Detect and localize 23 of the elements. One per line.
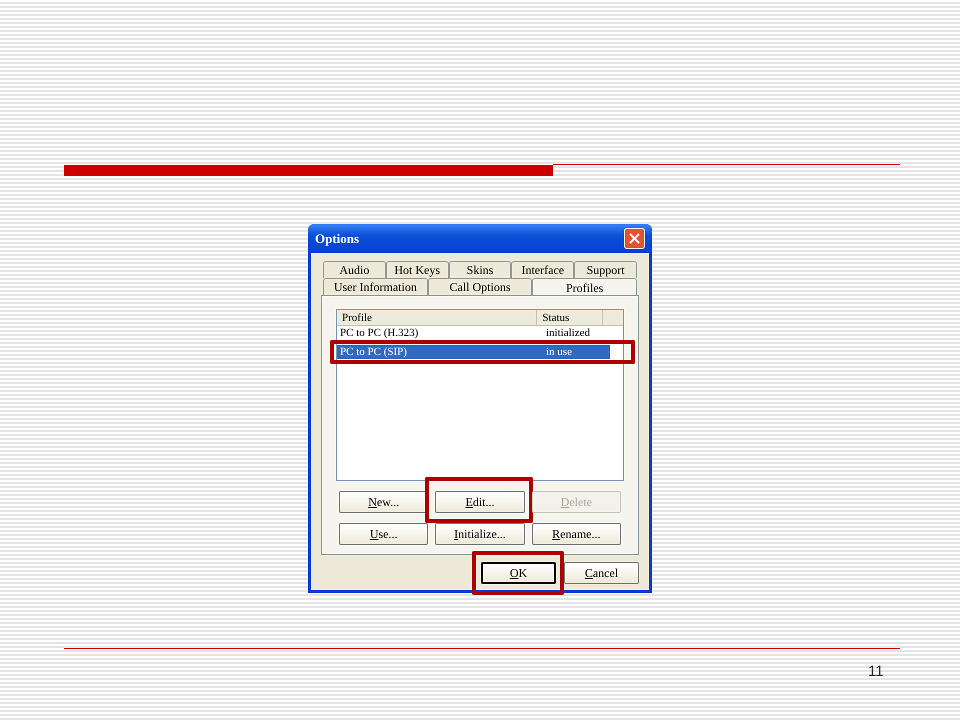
column-header-filler [603, 310, 623, 326]
window-title: Options [315, 230, 360, 248]
list-row[interactable]: PC to PC (H.323) initialized [337, 326, 610, 340]
tab[interactable]: Skins [448, 261, 512, 278]
tab[interactable]: Profiles [532, 278, 638, 295]
tab[interactable]: User Information [323, 278, 428, 295]
dialog-button[interactable]: OK [481, 562, 556, 584]
column-header[interactable]: Status [537, 310, 604, 326]
tab[interactable]: Interface [511, 261, 574, 278]
tab[interactable]: Call Options [428, 278, 532, 295]
list-row[interactable]: PC to PC (SIP) in use [337, 345, 610, 359]
dialog-button[interactable]: Rename... [532, 523, 621, 545]
page-number: 11 [868, 662, 884, 682]
dialog-button[interactable]: Use... [339, 523, 428, 545]
column-header[interactable]: Profile [337, 310, 538, 326]
tab[interactable]: Support [574, 261, 637, 278]
close-icon [629, 233, 640, 244]
close-button[interactable] [624, 228, 645, 249]
tab[interactable]: Hot Keys [386, 261, 449, 278]
dialog-button[interactable]: Initialize... [435, 523, 525, 545]
dialog-button[interactable]: Edit... [435, 491, 525, 513]
tab[interactable]: Audio [323, 261, 386, 278]
dialog-button[interactable]: Cancel [564, 562, 639, 584]
